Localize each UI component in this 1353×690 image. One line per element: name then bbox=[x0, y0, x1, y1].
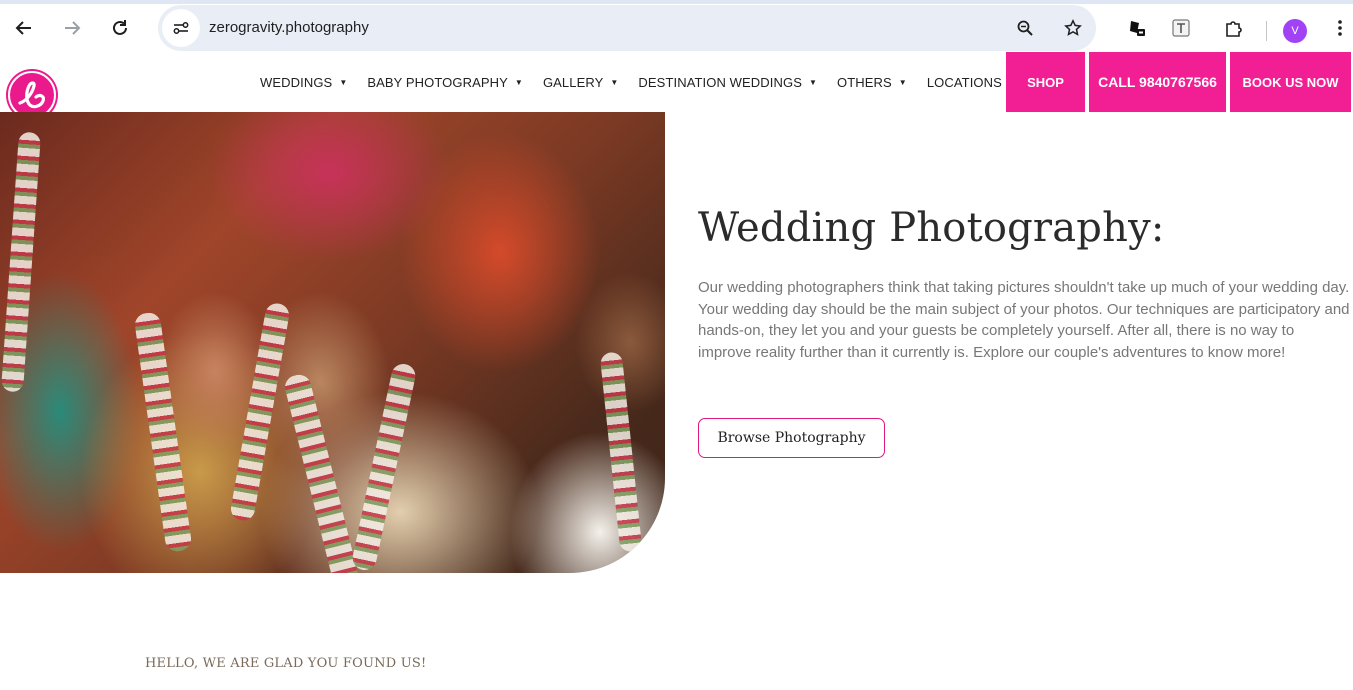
call-button[interactable]: CALL 9840767566 bbox=[1089, 52, 1226, 112]
profile-avatar[interactable]: V bbox=[1283, 19, 1307, 43]
book-us-button[interactable]: BOOK US NOW bbox=[1230, 52, 1351, 112]
caret-down-icon: ▼ bbox=[808, 77, 817, 87]
nav-label: BABY PHOTOGRAPHY bbox=[367, 74, 508, 90]
hero-title: Wedding Photography: bbox=[698, 205, 1165, 251]
garland-decoration bbox=[229, 301, 291, 523]
hero-wedding-photo bbox=[0, 112, 665, 573]
hero-description: Our wedding photographers think that tak… bbox=[698, 279, 1350, 362]
caret-down-icon: ▼ bbox=[610, 77, 619, 87]
zoom-icon[interactable] bbox=[1010, 13, 1040, 43]
nav-label: LOCATIONS bbox=[926, 74, 1002, 90]
site-header: WEDDINGS ▼ BABY PHOTOGRAPHY ▼ GALLERY ▼ DES… bbox=[0, 52, 1353, 121]
extension-puzzle-icon[interactable] bbox=[1217, 12, 1249, 44]
forward-arrow-icon[interactable] bbox=[56, 12, 88, 44]
bookmark-star-icon[interactable] bbox=[1058, 13, 1088, 43]
menu-dots-icon[interactable] bbox=[1324, 12, 1353, 44]
garland-decoration bbox=[133, 311, 193, 553]
back-arrow-icon[interactable] bbox=[8, 12, 40, 44]
hero-heading-wrap: Wedding Photography: bbox=[698, 205, 1353, 251]
intro-tagline: HELLO, WE ARE GLAD YOU FOUND US! bbox=[145, 656, 427, 671]
url-text[interactable]: zerogravity.photography bbox=[209, 19, 369, 36]
shop-button[interactable]: SHOP bbox=[1006, 52, 1085, 112]
nav-gallery[interactable]: GALLERY ▼ bbox=[533, 52, 628, 112]
address-bar[interactable]: zerogravity.photography bbox=[158, 5, 1096, 51]
nav-label: WEDDINGS bbox=[260, 74, 333, 90]
caret-down-icon: ▼ bbox=[514, 77, 523, 87]
garland-decoration bbox=[350, 361, 418, 573]
extension-icon[interactable] bbox=[1120, 12, 1152, 44]
nav-baby-photography[interactable]: BABY PHOTOGRAPHY ▼ bbox=[357, 52, 533, 112]
nav-weddings[interactable]: WEDDINGS ▼ bbox=[250, 52, 357, 112]
garland-decoration bbox=[0, 131, 42, 393]
garland-decoration bbox=[599, 351, 643, 553]
site-info-icon[interactable] bbox=[162, 9, 200, 47]
toolbar-divider bbox=[1266, 21, 1267, 41]
nav-destination-weddings[interactable]: DESTINATION WEDDINGS ▼ bbox=[628, 52, 827, 112]
nav-label: GALLERY bbox=[542, 74, 604, 90]
nav-others[interactable]: OTHERS ▼ bbox=[827, 52, 917, 112]
browse-photography-button[interactable]: Browse Photography bbox=[698, 418, 885, 458]
main-nav: WEDDINGS ▼ BABY PHOTOGRAPHY ▼ GALLERY ▼ DES… bbox=[250, 52, 1027, 112]
text-extension-icon[interactable] bbox=[1165, 12, 1197, 44]
nav-label: DESTINATION WEDDINGS bbox=[638, 74, 802, 90]
garland-decoration bbox=[282, 372, 364, 573]
caret-down-icon: ▼ bbox=[339, 77, 348, 87]
browser-toolbar: zerogravity.photography V bbox=[0, 0, 1353, 52]
reload-icon[interactable] bbox=[104, 12, 136, 44]
caret-down-icon: ▼ bbox=[898, 77, 907, 87]
nav-label: OTHERS bbox=[837, 74, 892, 90]
